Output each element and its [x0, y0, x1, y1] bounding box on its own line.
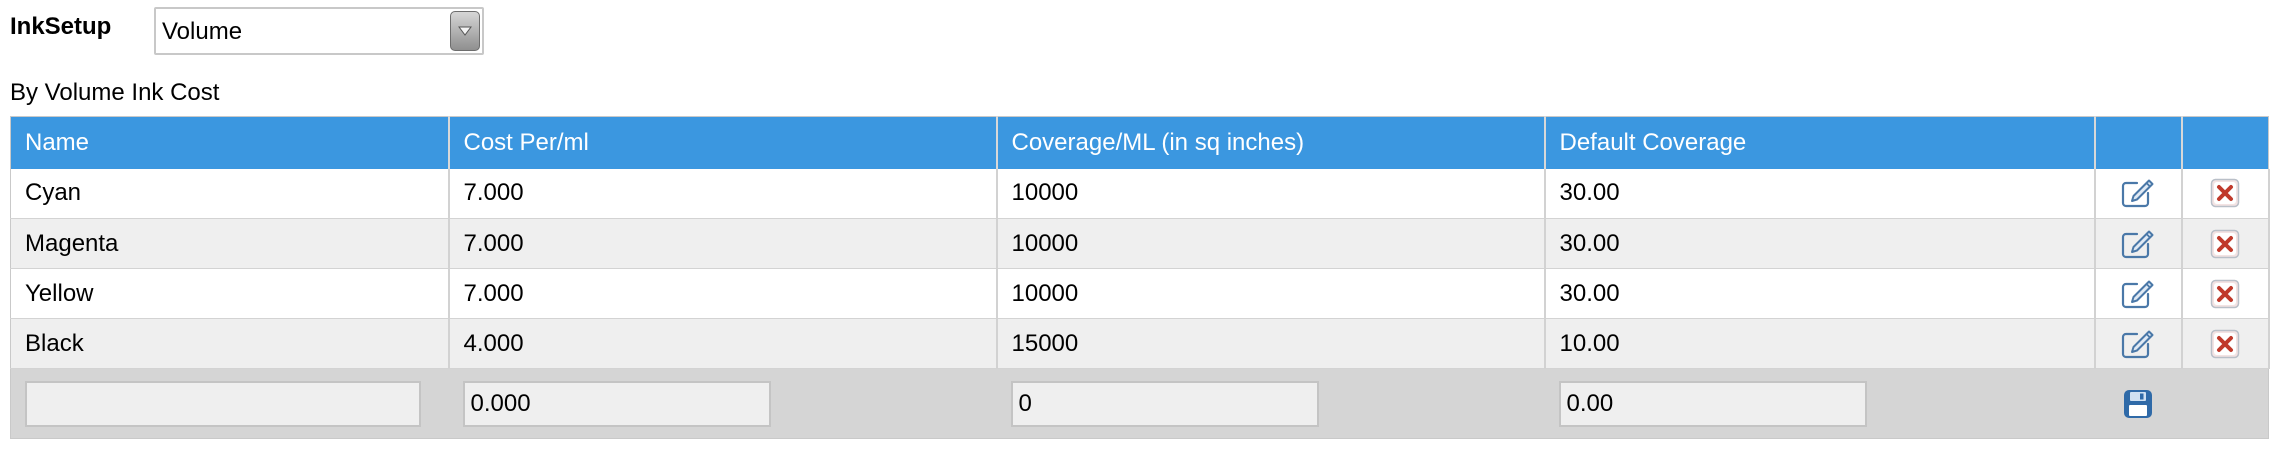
column-header-default-coverage[interactable]: Default Coverage	[1544, 116, 2096, 169]
delete-icon[interactable]	[2210, 229, 2240, 259]
edit-button[interactable]	[2094, 218, 2183, 269]
cell-name: Cyan	[10, 168, 450, 219]
cell-coverage: 10000	[996, 268, 1546, 319]
edit-button[interactable]	[2094, 168, 2183, 219]
ink-setup-selected-value: Volume	[162, 18, 243, 45]
edit-icon[interactable]	[2121, 178, 2155, 208]
ink-setup-label: InkSetup	[10, 13, 112, 40]
edit-button[interactable]	[2094, 318, 2183, 369]
delete-icon[interactable]	[2210, 329, 2240, 359]
table-row: Yellow 7.000 10000 30.00	[10, 268, 2270, 319]
column-header-cost[interactable]: Cost Per/ml	[448, 116, 998, 169]
table-row: Cyan 7.000 10000 30.00	[10, 168, 2270, 219]
cell-default-coverage: 30.00	[1544, 168, 2096, 219]
cell-coverage: 15000	[996, 318, 1546, 369]
cell-name: Black	[10, 318, 450, 369]
new-name-input[interactable]	[25, 380, 421, 427]
section-title: By Volume Ink Cost	[10, 79, 220, 106]
table-row: Magenta 7.000 10000 30.00	[10, 218, 2270, 269]
cell-default-coverage: 10.00	[1544, 318, 2096, 369]
cell-cost: 7.000	[448, 268, 998, 319]
cell-cost: 7.000	[448, 218, 998, 269]
column-header-name[interactable]: Name	[10, 116, 450, 169]
column-header-coverage[interactable]: Coverage/ML (in sq inches)	[996, 116, 1546, 169]
save-button[interactable]	[2094, 368, 2182, 439]
chevron-down-icon[interactable]	[450, 11, 480, 51]
new-default-coverage-input[interactable]	[1558, 380, 1867, 427]
cell-name: Yellow	[10, 268, 450, 319]
cell-coverage: 10000	[996, 168, 1546, 219]
column-header-delete	[2181, 116, 2269, 169]
cell-default-coverage: 30.00	[1544, 268, 2096, 319]
new-ink-row	[10, 368, 2269, 439]
edit-icon[interactable]	[2121, 329, 2155, 359]
column-header-edit	[2094, 116, 2183, 169]
cell-default-coverage: 30.00	[1544, 218, 2096, 269]
delete-button[interactable]	[2181, 168, 2270, 219]
table-row: Black 4.000 15000 10.00	[10, 318, 2270, 369]
cell-cost: 4.000	[448, 318, 998, 369]
new-coverage-input[interactable]	[1010, 380, 1319, 427]
edit-button[interactable]	[2094, 268, 2183, 319]
new-cost-input[interactable]	[462, 380, 771, 427]
delete-button[interactable]	[2181, 218, 2270, 269]
cell-coverage: 10000	[996, 218, 1546, 269]
cell-cost: 7.000	[448, 168, 998, 219]
ink-setup-row: InkSetup Volume	[10, 7, 484, 57]
cell-name: Magenta	[10, 218, 450, 269]
table-header-row: Name Cost Per/ml Coverage/ML (in sq inch…	[10, 116, 2269, 169]
delete-icon[interactable]	[2210, 279, 2240, 309]
save-icon[interactable]	[2122, 388, 2154, 420]
delete-button[interactable]	[2181, 318, 2270, 369]
delete-button[interactable]	[2181, 268, 2270, 319]
delete-icon[interactable]	[2210, 178, 2240, 208]
ink-setup-select[interactable]: Volume	[154, 7, 484, 55]
edit-icon[interactable]	[2121, 279, 2155, 309]
ink-cost-table: Name Cost Per/ml Coverage/ML (in sq inch…	[10, 116, 2270, 439]
edit-icon[interactable]	[2121, 229, 2155, 259]
